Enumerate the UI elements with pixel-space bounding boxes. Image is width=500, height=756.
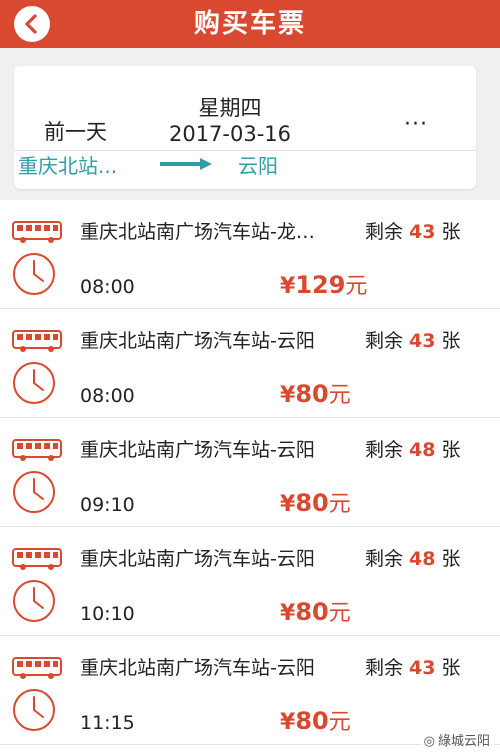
trip-station: 重庆北站南广场汽车站-云阳	[80, 439, 315, 461]
trip-list: 重庆北站南广场汽车站-龙… 剩余 43 张 08:00 ¥129元 重庆北站南广场汽车站-云…	[0, 200, 500, 745]
price-unit: 元	[328, 383, 351, 408]
departure-time: 08:00	[80, 385, 135, 407]
remain-suffix: 张	[441, 221, 461, 243]
departure-time: 11:15	[80, 712, 135, 734]
departure-time: 09:10	[80, 494, 135, 516]
trip-station: 重庆北站南广场汽车站-云阳	[80, 330, 315, 352]
remaining-seats: 剩余 48 张	[365, 435, 460, 462]
price-value: 80	[295, 380, 329, 408]
remain-suffix: 张	[441, 657, 461, 679]
remain-count: 48	[409, 548, 436, 570]
ticket-price: ¥80元	[280, 704, 351, 736]
clock-icon	[12, 688, 56, 732]
currency-symbol: ¥	[280, 710, 296, 735]
remaining-seats: 剩余 43 张	[365, 653, 460, 680]
price-unit: 元	[328, 601, 351, 626]
watermark-text: 綠城云阳	[437, 734, 490, 749]
remain-count: 43	[409, 221, 436, 243]
date-route-panel: 前一天 星期四 2017-03-16 ··· 重庆北站... 云阳	[0, 48, 500, 200]
remain-suffix: 张	[441, 330, 461, 352]
bus-icon	[12, 220, 62, 244]
bus-icon	[12, 438, 62, 462]
remain-suffix: 张	[441, 548, 461, 570]
remain-prefix: 剩余	[365, 657, 404, 679]
trip-row[interactable]: 重庆北站南广场汽车站-龙… 剩余 43 张 08:00 ¥129元	[0, 200, 500, 309]
trip-station: 重庆北站南广场汽车站-龙…	[80, 221, 315, 243]
remain-suffix: 张	[441, 439, 461, 461]
price-value: 80	[295, 707, 329, 735]
departure-time: 10:10	[80, 603, 135, 625]
price-value: 129	[295, 271, 346, 299]
ticket-price: ¥80元	[280, 377, 351, 409]
currency-symbol: ¥	[280, 492, 296, 517]
remain-count: 48	[409, 439, 436, 461]
price-value: 80	[295, 489, 329, 517]
remain-prefix: 剩余	[365, 548, 404, 570]
bus-icon	[12, 656, 62, 680]
trip-station: 重庆北站南广场汽车站-云阳	[80, 548, 315, 570]
ticket-price: ¥80元	[280, 486, 351, 518]
currency-symbol: ¥	[280, 601, 296, 626]
bus-icon	[12, 547, 62, 571]
remain-prefix: 剩余	[365, 330, 404, 352]
app-header: 购买车票	[0, 0, 500, 48]
trip-station: 重庆北站南广场汽车站-云阳	[80, 657, 315, 679]
arrow-right-icon	[160, 158, 212, 170]
page-title: 购买车票	[193, 9, 306, 39]
clock-icon	[12, 252, 56, 296]
remaining-seats: 剩余 48 张	[365, 544, 460, 571]
price-unit: 元	[328, 492, 351, 517]
route-from-station: 重庆北站...	[18, 154, 118, 178]
remain-count: 43	[409, 657, 436, 679]
trip-row[interactable]: 重庆北站南广场汽车站-云阳 剩余 43 张 08:00 ¥80元	[0, 309, 500, 418]
more-button[interactable]: ···	[404, 112, 428, 137]
ticket-price: ¥80元	[280, 595, 351, 627]
watermark: ◎ 綠城云阳	[419, 729, 494, 750]
trip-row[interactable]: 重庆北站南广场汽车站-云阳 剩余 48 张 09:10 ¥80元	[0, 418, 500, 527]
price-unit: 元	[345, 274, 368, 299]
clock-icon	[12, 579, 56, 623]
bus-icon	[12, 329, 62, 353]
remaining-seats: 剩余 43 张	[365, 326, 460, 353]
price-unit: 元	[328, 710, 351, 735]
remain-prefix: 剩余	[365, 439, 404, 461]
wechat-icon: ◎	[423, 734, 435, 749]
clock-icon	[12, 470, 56, 514]
remaining-seats: 剩余 43 张	[365, 217, 460, 244]
remain-count: 43	[409, 330, 436, 352]
trip-row[interactable]: 重庆北站南广场汽车站-云阳 剩余 48 张 10:10 ¥80元	[0, 527, 500, 636]
currency-symbol: ¥	[280, 274, 296, 299]
remain-prefix: 剩余	[365, 221, 404, 243]
clock-icon	[12, 361, 56, 405]
route-to-station: 云阳	[238, 154, 278, 178]
currency-symbol: ¥	[280, 383, 296, 408]
departure-time: 08:00	[80, 276, 135, 298]
ticket-price: ¥129元	[280, 268, 367, 300]
price-value: 80	[295, 598, 329, 626]
